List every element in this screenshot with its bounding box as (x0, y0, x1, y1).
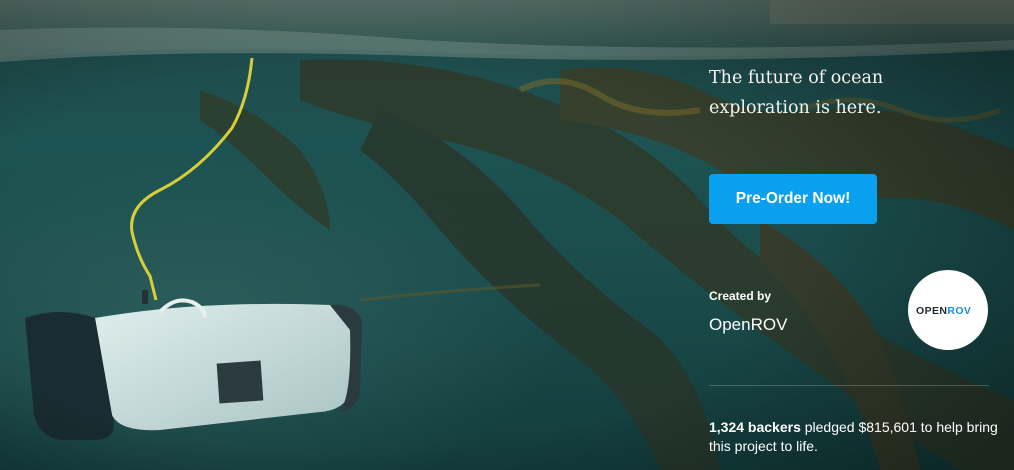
project-hero: The future of ocean exploration is here.… (0, 0, 1014, 470)
logo-text-open: OPEN (916, 305, 947, 317)
backers-count: 1,324 backers (709, 419, 801, 435)
logo-text-rov: ROV (947, 305, 971, 317)
stats-divider (709, 385, 989, 386)
openrov-logo-icon: OPENROV (916, 305, 971, 317)
pre-order-button[interactable]: Pre-Order Now! (709, 174, 877, 224)
creator-avatar[interactable]: OPENROV (908, 270, 988, 350)
created-by-label: Created by (709, 289, 772, 303)
funding-stats: 1,324 backers pledged $815,601 to help b… (709, 418, 999, 456)
svg-text:OPENROV: OPENROV (916, 305, 971, 317)
creator-name-link[interactable]: OpenROV (709, 315, 787, 335)
project-tagline: The future of ocean exploration is here. (709, 68, 884, 118)
